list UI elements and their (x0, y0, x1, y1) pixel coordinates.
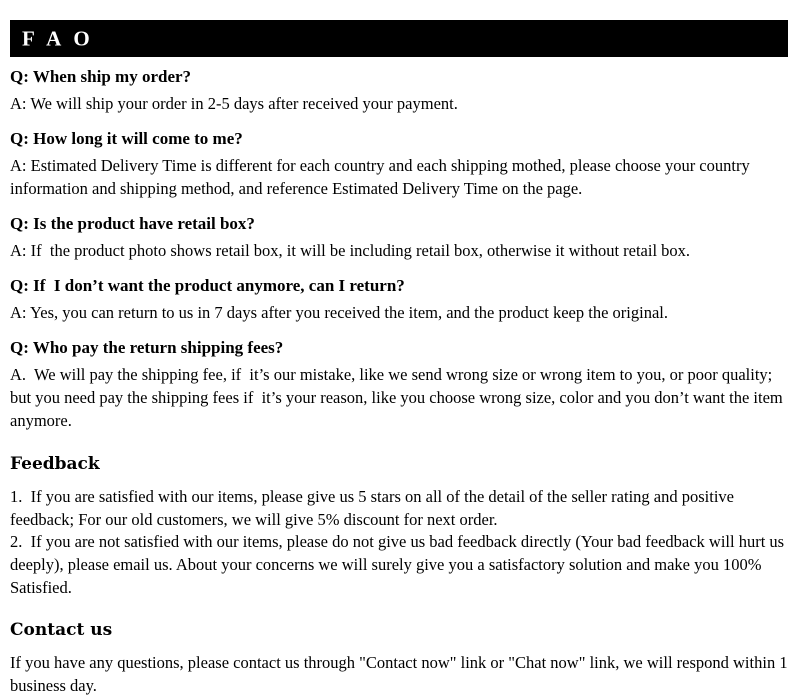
faq-item: Q: Is the product have retail box? A: If… (10, 213, 792, 263)
faq-page: F A O Q: When ship my order? A: We will … (0, 0, 800, 700)
faq-question: Q: Who pay the return shipping fees? (10, 337, 284, 357)
faq-answer: A: Yes, you can return to us in 7 days a… (10, 303, 668, 323)
faq-answer: A: We will ship your order in 2-5 days a… (10, 94, 458, 114)
contact-section: Contact us If you have any questions, pl… (10, 620, 792, 698)
feedback-heading: Feedback (10, 454, 100, 475)
faq-answer: A: Estimated Delivery Time is different … (10, 156, 754, 199)
faq-banner-title: F A O (22, 26, 94, 50)
faq-question: Q: When ship my order? (10, 67, 192, 86)
faq-question: Q: Is the product have retail box? (10, 213, 255, 233)
feedback-paragraph: 1. If you are satisfied with our items, … (10, 486, 739, 529)
feedback-paragraph: 2. If you are not satisfied with our ite… (10, 532, 789, 597)
feedback-section: Feedback 1. If you are satisfied with ou… (10, 454, 792, 599)
faq-answer: A. We will pay the shipping fee, if it’s… (10, 365, 787, 430)
contact-heading: Contact us (10, 619, 113, 640)
faq-question: Q: If I don’t want the product anymore, … (10, 275, 405, 295)
contact-paragraph: If you have any questions, please contac… (10, 652, 792, 695)
faq-item: Q: Who pay the return shipping fees? A. … (10, 337, 792, 433)
faq-item: Q: How long it will come to me? A: Estim… (10, 128, 792, 201)
faq-question: Q: How long it will come to me? (10, 129, 243, 149)
faq-item: Q: If I don’t want the product anymore, … (10, 275, 792, 325)
faq-banner: F A O (10, 20, 788, 57)
faq-content: Q: When ship my order? A: We will ship y… (10, 66, 792, 698)
faq-answer: A: If the product photo shows retail box… (10, 241, 691, 261)
faq-item: Q: When ship my order? A: We will ship y… (10, 66, 792, 116)
